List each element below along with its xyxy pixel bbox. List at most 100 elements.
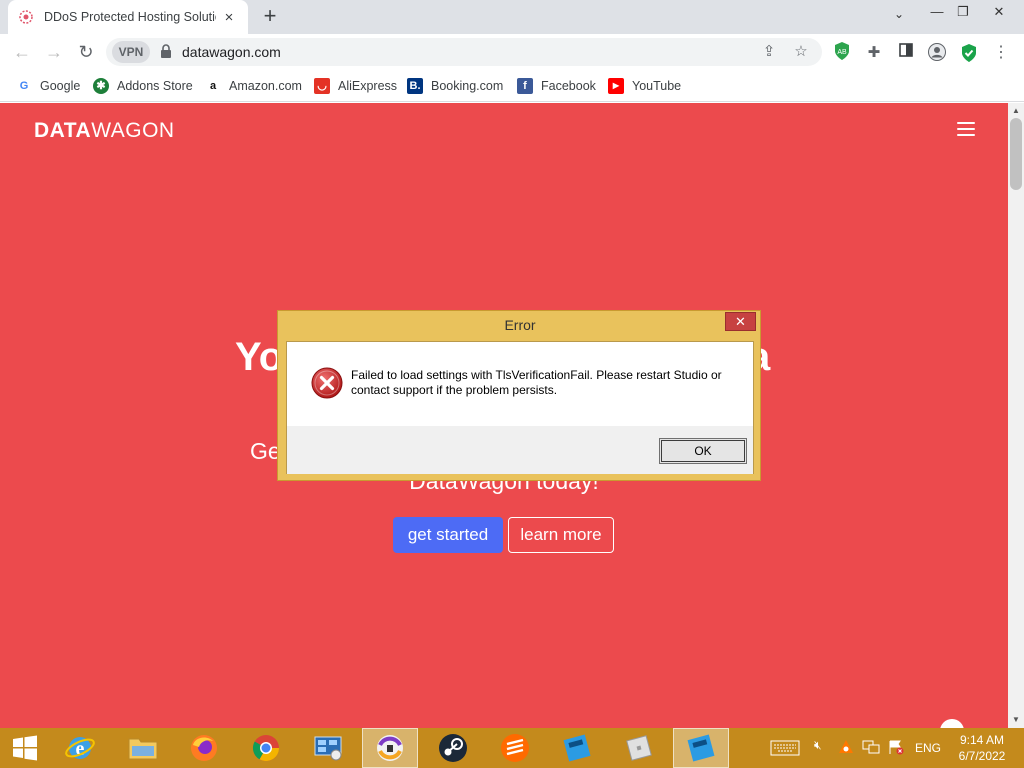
favicon-icon — [19, 10, 33, 24]
error-icon — [311, 367, 343, 399]
site-logo[interactable]: DATAWAGON — [34, 119, 175, 143]
taskbar-roblox-studio[interactable] — [549, 728, 605, 768]
tab-strip: DDoS Protected Hosting Solutions × + ⌄ —… — [0, 0, 1024, 34]
facebook-icon: f — [517, 78, 533, 94]
browser-tab[interactable]: DDoS Protected Hosting Solutions × — [8, 0, 248, 34]
avast-tray-icon[interactable] — [838, 739, 854, 758]
taskbar-network-app[interactable] — [300, 728, 356, 768]
youtube-icon: ▶ — [608, 78, 624, 94]
language-indicator[interactable]: ENG — [915, 741, 941, 755]
reload-button[interactable]: ↻ — [74, 41, 98, 63]
network-tray-icon[interactable] — [862, 739, 880, 758]
firefox-icon — [191, 735, 217, 761]
restore-button[interactable]: ❐ — [948, 4, 978, 28]
bookmark-amazon[interactable]: a Amazon.com — [205, 76, 302, 96]
bookmark-addons-store[interactable]: ✱ Addons Store — [93, 76, 193, 96]
folder-icon — [128, 738, 158, 760]
tab-search-icon[interactable]: ⌄ — [884, 7, 914, 31]
touch-keyboard-icon[interactable] — [770, 740, 800, 759]
forward-button[interactable]: → — [42, 41, 66, 63]
bookmark-google[interactable]: G Google — [16, 76, 80, 96]
lock-icon — [161, 44, 171, 58]
dialog-title: Error — [504, 317, 536, 333]
vpn-badge[interactable]: VPN — [112, 41, 150, 63]
clock-date: 6/7/2022 — [958, 749, 1006, 763]
logo-light: WAGON — [91, 119, 175, 142]
svg-text:AB: AB — [837, 49, 847, 56]
taskbar-vpn-app[interactable] — [362, 728, 418, 768]
side-panel-icon[interactable] — [896, 43, 916, 63]
error-message: Failed to load settings with TlsVerifica… — [351, 368, 722, 397]
windows-taskbar: e 🔇︎ ENG 9:14 AM 6/7/2022 — [0, 728, 1024, 768]
tab-title: DDoS Protected Hosting Solutions — [44, 10, 216, 24]
hamburger-menu-icon[interactable] — [957, 122, 975, 136]
clock-time: 9:14 AM — [959, 733, 1005, 747]
bookmark-label: AliExpress — [338, 79, 398, 93]
tab-close-icon[interactable]: × — [220, 9, 238, 26]
system-clock[interactable]: 9:14 AM 6/7/2022 — [950, 732, 1014, 764]
bookmark-facebook[interactable]: f Facebook — [517, 76, 596, 96]
scroll-down-icon[interactable]: ▼ — [1008, 713, 1024, 727]
security-shield-icon[interactable] — [959, 43, 979, 63]
taskbar-steam[interactable] — [425, 728, 481, 768]
roblox-studio-window-icon — [687, 734, 715, 762]
taskbar-roblox[interactable] — [611, 728, 667, 768]
taskbar-sublime[interactable] — [487, 728, 543, 768]
chrome-icon — [252, 735, 280, 762]
bookmark-booking[interactable]: B. Booking.com — [407, 76, 503, 96]
sublime-icon — [501, 734, 529, 762]
volume-muted-icon[interactable]: 🔇︎ — [814, 738, 822, 753]
url-text: datawagon.com — [182, 44, 281, 60]
taskbar-internet-explorer[interactable]: e — [52, 728, 108, 768]
close-window-button[interactable]: ✕ — [984, 4, 1014, 28]
back-button[interactable]: ← — [10, 41, 34, 63]
roblox-icon — [626, 735, 652, 761]
start-button[interactable] — [0, 728, 50, 768]
google-icon: G — [16, 78, 32, 94]
network-app-icon — [314, 736, 342, 761]
bookmark-label: Booking.com — [431, 79, 504, 93]
taskbar-roblox-studio-active[interactable] — [673, 728, 729, 768]
ok-button[interactable]: OK — [659, 438, 747, 464]
action-center-flag-icon[interactable] — [888, 739, 904, 758]
bookmarks-bar: G Google ✱ Addons Store a Amazon.com ◡ A… — [0, 70, 1024, 102]
get-started-button[interactable]: get started — [393, 517, 503, 553]
bookmark-label: Google — [40, 79, 81, 93]
bookmark-label: Amazon.com — [229, 79, 302, 93]
taskbar-chrome[interactable] — [238, 728, 294, 768]
hero-title-left: Yo — [235, 335, 284, 379]
taskbar-firefox[interactable] — [176, 728, 232, 768]
windows-logo-icon — [13, 735, 37, 761]
share-icon[interactable]: ⇪ — [760, 43, 778, 61]
bookmark-label: Facebook — [541, 79, 596, 93]
bookmark-label: Addons Store — [117, 79, 193, 93]
new-tab-button[interactable]: + — [258, 5, 282, 28]
roblox-studio-icon — [563, 734, 591, 762]
page-scrollbar[interactable] — [1008, 103, 1024, 728]
bookmark-label: YouTube — [632, 79, 682, 93]
internet-explorer-icon: e — [65, 737, 95, 760]
steam-icon — [439, 734, 467, 762]
profile-avatar-icon[interactable] — [927, 43, 947, 63]
bookmark-aliexpress[interactable]: ◡ AliExpress — [314, 76, 397, 96]
logo-bold: DATA — [34, 119, 92, 142]
browser-toolbar: ← → ↻ VPN datawagon.com ⇪ ☆ AB ✚ ⋮ — [0, 34, 1024, 70]
learn-more-button[interactable]: learn more — [508, 517, 614, 553]
address-bar[interactable]: VPN datawagon.com ⇪ ☆ — [106, 38, 822, 66]
error-dialog: Error ✕ Failed to load settings with Tls… — [277, 310, 761, 481]
scroll-thumb[interactable] — [1010, 118, 1022, 190]
aliexpress-icon: ◡ — [314, 78, 330, 94]
bookmark-star-icon[interactable]: ☆ — [792, 43, 810, 61]
chat-bubble-icon[interactable] — [936, 715, 968, 728]
scroll-up-icon[interactable]: ▲ — [1008, 104, 1024, 118]
dialog-body: Failed to load settings with TlsVerifica… — [286, 341, 754, 474]
bookmark-youtube[interactable]: ▶ YouTube — [608, 76, 681, 96]
extensions-puzzle-icon[interactable]: ✚ — [864, 43, 884, 63]
amazon-icon: a — [205, 78, 221, 94]
booking-icon: B. — [407, 78, 423, 94]
addons-store-icon: ✱ — [93, 78, 109, 94]
taskbar-file-explorer[interactable] — [115, 728, 171, 768]
dialog-close-button[interactable]: ✕ — [725, 312, 756, 331]
adblock-extension-icon[interactable]: AB — [832, 41, 852, 61]
menu-kebab-icon[interactable]: ⋮ — [991, 43, 1011, 63]
